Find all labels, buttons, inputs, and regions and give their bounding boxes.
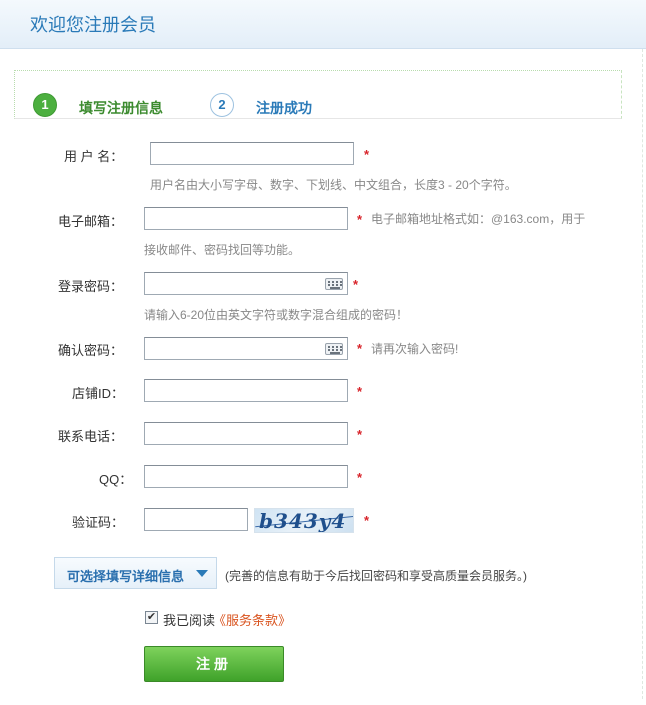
step-1-number: 1 bbox=[33, 93, 57, 117]
email-hint-continued: 接收邮件、密码找回等功能。 bbox=[144, 243, 301, 257]
qq-input[interactable] bbox=[144, 465, 348, 488]
password-input[interactable] bbox=[144, 272, 348, 295]
password-hint: 请输入6-20位由英文字符或数字混合组成的密码！ bbox=[144, 308, 409, 322]
password-required-mark: * bbox=[353, 277, 359, 292]
username-hint: 用户名由大小写字母、数字、下划线、中文组合，长度3 - 20个字符。 bbox=[150, 178, 517, 192]
shop-id-input[interactable] bbox=[144, 379, 348, 402]
qq-required-mark: * bbox=[357, 470, 363, 485]
captcha-required-mark: * bbox=[364, 513, 370, 528]
confirm-password-required-mark: * bbox=[357, 341, 363, 356]
username-label: 用 户 名： bbox=[64, 149, 124, 164]
step-1-label: 填写注册信息 bbox=[79, 100, 163, 116]
password-label: 登录密码： bbox=[58, 279, 124, 294]
agree-terms-text: 我已阅读 bbox=[163, 613, 216, 628]
email-input[interactable] bbox=[144, 207, 348, 230]
captcha-image[interactable]: b343y4 bbox=[254, 508, 354, 533]
confirm-password-label: 确认密码： bbox=[58, 343, 124, 358]
captcha-image-text: b343y4 bbox=[259, 509, 347, 533]
keyboard-icon[interactable] bbox=[325, 343, 343, 355]
confirm-password-hint: 请再次输入密码! bbox=[371, 342, 459, 356]
optional-details-toggle[interactable]: 可选择填写详细信息 bbox=[54, 557, 217, 589]
register-button[interactable]: 注册 bbox=[144, 646, 284, 682]
shop-id-required-mark: * bbox=[357, 384, 363, 399]
step-2-number: 2 bbox=[210, 93, 234, 117]
captcha-input[interactable] bbox=[144, 508, 248, 531]
page-header: 欢迎您注册会员 bbox=[0, 0, 646, 49]
chevron-down-icon bbox=[196, 570, 208, 577]
keyboard-icon[interactable] bbox=[325, 278, 343, 290]
email-hint: 电子邮箱地址格式如：@163.com，用于 bbox=[371, 212, 586, 226]
confirm-password-input[interactable] bbox=[144, 337, 348, 360]
username-input[interactable] bbox=[150, 142, 354, 165]
terms-of-service-link[interactable]: 《服务条款》 bbox=[213, 610, 291, 629]
email-label: 电子邮箱： bbox=[58, 214, 124, 229]
username-required-mark: * bbox=[364, 147, 370, 162]
phone-required-mark: * bbox=[357, 427, 363, 442]
agree-terms-checkbox[interactable]: ✔ bbox=[145, 611, 158, 624]
phone-input[interactable] bbox=[144, 422, 348, 445]
email-required-mark: * bbox=[357, 212, 363, 227]
step-2-label: 注册成功 bbox=[256, 100, 312, 116]
page-title: 欢迎您注册会员 bbox=[30, 15, 156, 35]
optional-details-label: 可选择填写详细信息 bbox=[67, 569, 185, 584]
optional-details-note: (完善的信息有助于今后找回密码和享受高质量会员服务。) bbox=[225, 569, 527, 583]
captcha-label: 验证码： bbox=[72, 515, 125, 530]
right-divider bbox=[642, 49, 643, 699]
shop-id-label: 店铺ID： bbox=[72, 386, 125, 401]
phone-label: 联系电话： bbox=[58, 429, 124, 444]
qq-label: QQ： bbox=[99, 472, 133, 487]
step-indicator: 1 填写注册信息 2 注册成功 bbox=[14, 70, 622, 119]
